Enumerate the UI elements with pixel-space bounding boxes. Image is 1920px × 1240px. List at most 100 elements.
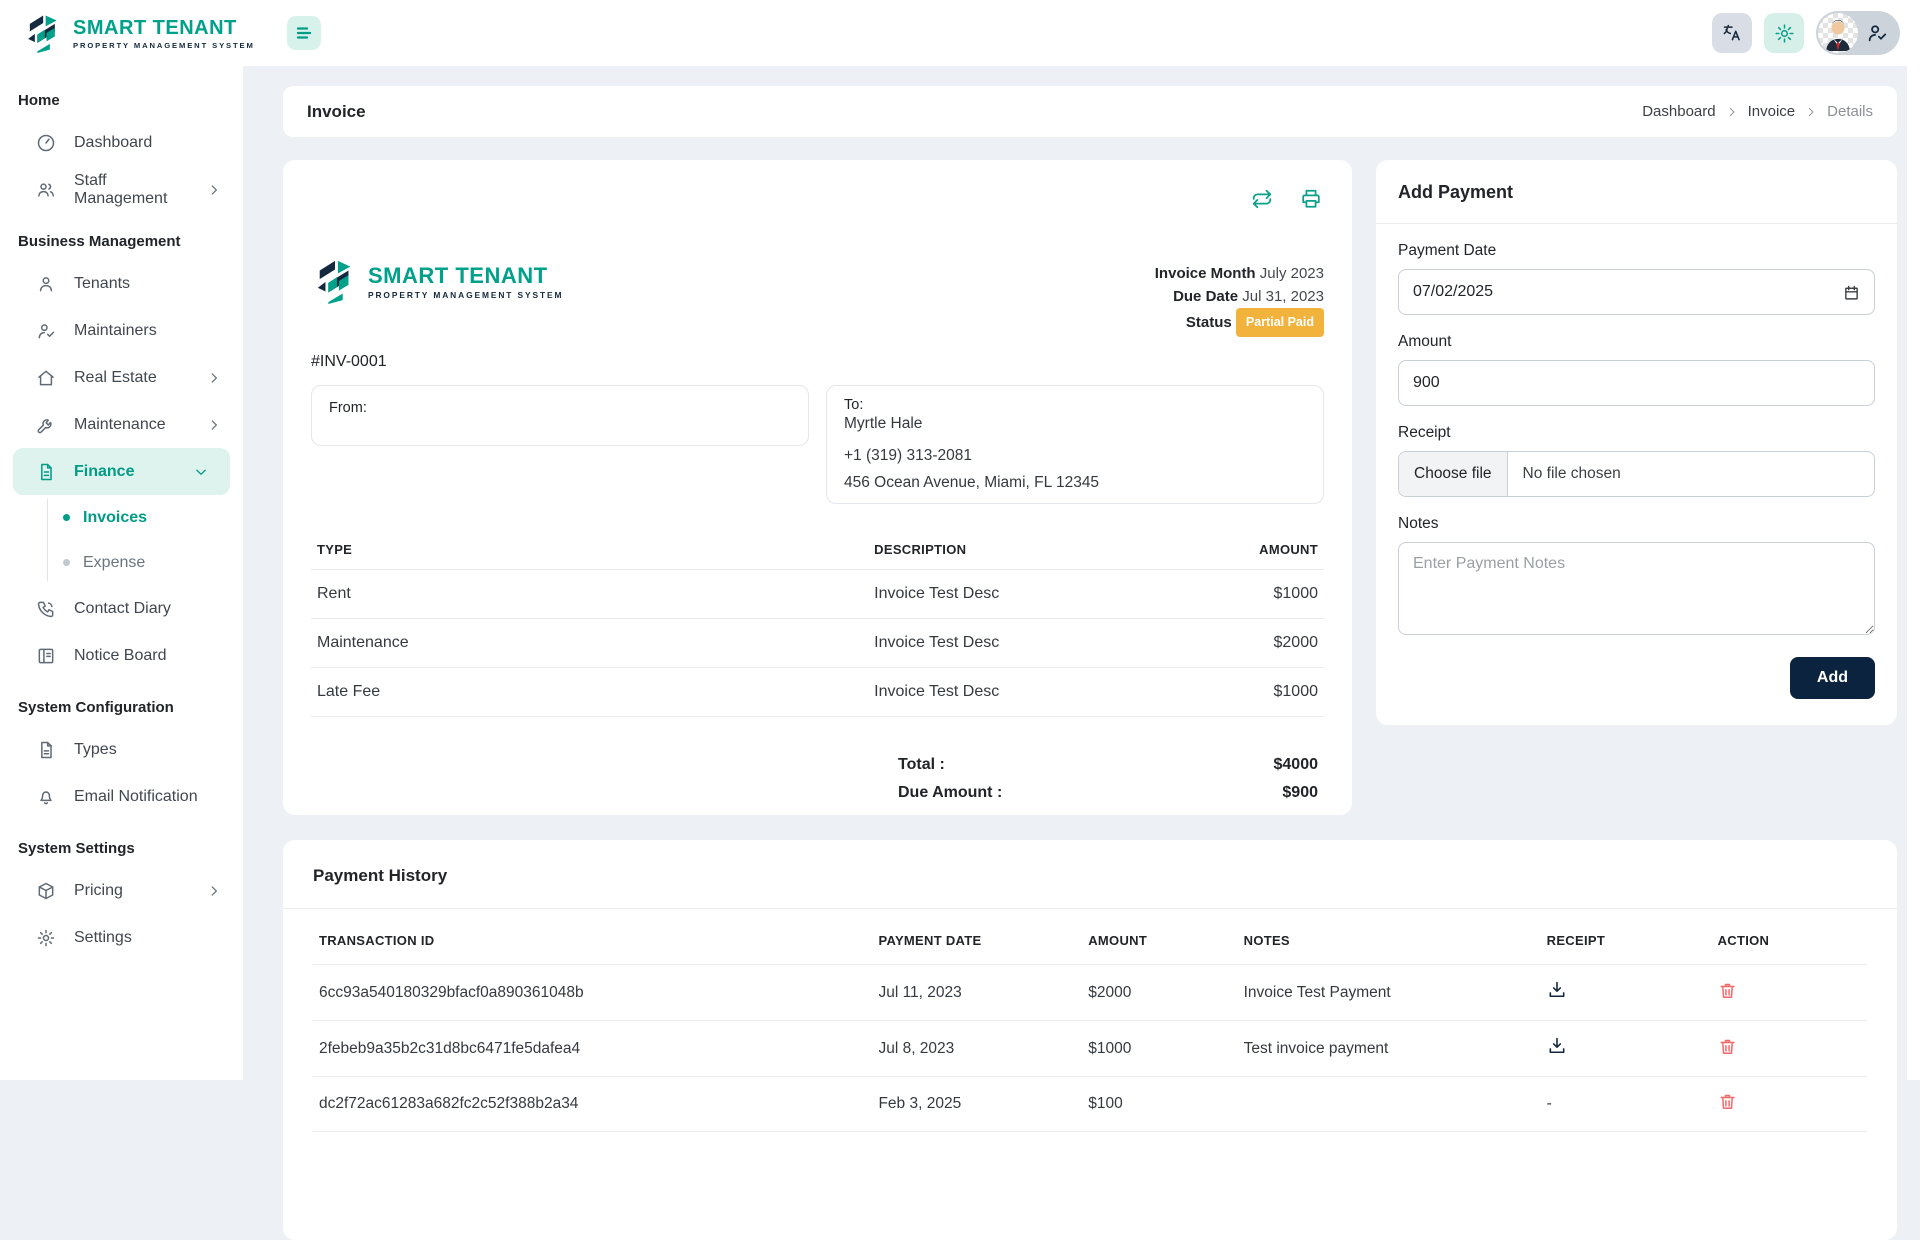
add-payment-card: Add Payment Payment Date 07/02/2025 Amou…	[1376, 160, 1897, 725]
hamburger-icon	[295, 24, 313, 42]
gear-icon	[36, 928, 56, 948]
dashboard-icon	[36, 133, 56, 153]
sidebar-section-sysconf: System Configuration	[0, 679, 243, 726]
users-icon	[36, 180, 56, 200]
sidebar-toggle-button[interactable]	[287, 16, 321, 50]
brand-logo-icon	[24, 13, 64, 53]
payment-history-row: 6cc93a540180329bfacf0a890361048b Jul 11,…	[313, 965, 1867, 1021]
delete-payment-icon[interactable]	[1718, 1092, 1737, 1111]
sidebar-item-notice-board[interactable]: Notice Board	[0, 632, 243, 679]
invoice-brand-logo: SMART TENANT PROPERTY MANAGEMENT SYSTEM	[311, 258, 554, 304]
chevron-down-icon	[194, 465, 208, 479]
divider	[1376, 223, 1897, 224]
sidebar-section-syssettings: System Settings	[0, 820, 243, 867]
bell-icon	[36, 787, 56, 807]
bullet-icon	[63, 559, 70, 566]
sidebar-item-pricing[interactable]: Pricing	[0, 867, 243, 914]
status-badge: Partial Paid	[1236, 308, 1324, 337]
chevron-right-icon	[207, 183, 221, 197]
sidebar-item-email-notification[interactable]: Email Notification	[0, 773, 243, 820]
file-text-icon	[36, 462, 56, 482]
top-bar: SMART TENANT PROPERTY MANAGEMENT SYSTEM	[0, 0, 1920, 66]
home-icon	[36, 368, 56, 388]
print-icon[interactable]	[1300, 188, 1322, 210]
translate-icon	[1722, 23, 1742, 43]
recipient-address: 456 Ocean Avenue, Miami, FL 12345	[844, 474, 1306, 492]
breadcrumb-dashboard[interactable]: Dashboard	[1642, 103, 1715, 120]
divider	[283, 908, 1897, 909]
receipt-label: Receipt	[1398, 424, 1875, 442]
sidebar-section-business: Business Management	[0, 213, 243, 260]
calendar-icon[interactable]	[1843, 284, 1860, 301]
invoice-item-row: Late Fee Invoice Test Desc $1000	[311, 668, 1324, 717]
scrollbar-track[interactable]	[1907, 66, 1920, 1080]
page-header-card: Invoice Dashboard Invoice Details	[283, 86, 1897, 137]
payment-date-label: Payment Date	[1398, 242, 1875, 260]
recurring-icon[interactable]	[1251, 188, 1273, 210]
transaction-id: 6cc93a540180329bfacf0a890361048b	[313, 965, 872, 1021]
breadcrumb-invoice[interactable]: Invoice	[1748, 103, 1796, 120]
payment-history-card: Payment History TRANSACTION ID PAYMENT D…	[283, 840, 1897, 1240]
invoice-number: #INV-0001	[311, 353, 1324, 371]
sidebar-item-contact-diary[interactable]: Contact Diary	[0, 585, 243, 632]
payment-history-table: TRANSACTION ID PAYMENT DATE AMOUNT NOTES…	[313, 917, 1867, 1132]
invoice-to-box: To: Myrtle Hale +1 (319) 313-2081 456 Oc…	[826, 385, 1324, 504]
sidebar-item-maintenance[interactable]: Maintenance	[0, 401, 243, 448]
sidebar-item-dashboard[interactable]: Dashboard	[0, 119, 243, 166]
payment-date-input[interactable]: 07/02/2025	[1398, 269, 1875, 315]
invoice-totals: Total : $4000 Due Amount : $900	[311, 751, 1324, 807]
chevron-right-icon	[207, 418, 221, 432]
sidebar-subitem-expense[interactable]: Expense	[0, 540, 243, 585]
gear-icon	[1774, 23, 1795, 44]
brand-tagline: PROPERTY MANAGEMENT SYSTEM	[73, 41, 255, 50]
delete-payment-icon[interactable]	[1718, 1037, 1737, 1056]
recipient-name: Myrtle Hale	[844, 415, 1306, 433]
payment-history-title: Payment History	[313, 866, 1867, 908]
sidebar-item-staff-management[interactable]: Staff Management	[0, 166, 243, 213]
amount-input[interactable]	[1398, 360, 1875, 406]
sidebar-item-tenants[interactable]: Tenants	[0, 260, 243, 307]
person-check-icon	[36, 321, 56, 341]
user-menu[interactable]	[1816, 11, 1900, 55]
add-payment-button[interactable]: Add	[1790, 657, 1875, 699]
chevron-right-icon	[1805, 106, 1817, 118]
bullet-icon	[63, 514, 70, 521]
file-icon	[36, 740, 56, 760]
download-receipt-icon[interactable]	[1547, 1036, 1567, 1056]
recipient-phone: +1 (319) 313-2081	[844, 447, 1306, 465]
invoice-item-row: Maintenance Invoice Test Desc $2000	[311, 619, 1324, 668]
invoice-item-row: Rent Invoice Test Desc $1000	[311, 570, 1324, 619]
brand-name: SMART TENANT	[73, 17, 255, 40]
add-payment-title: Add Payment	[1398, 182, 1875, 223]
notes-textarea[interactable]	[1398, 542, 1875, 635]
avatar	[1818, 13, 1858, 53]
settings-button[interactable]	[1764, 13, 1804, 53]
choose-file-button[interactable]: Choose file	[1399, 452, 1508, 496]
receipt-file-input[interactable]: Choose file No file chosen	[1398, 451, 1875, 497]
payment-history-row: 2febeb9a35b2c31d8bc6471fe5dafea4 Jul 8, …	[313, 1021, 1867, 1077]
chevron-right-icon	[207, 371, 221, 385]
brand-logo: SMART TENANT PROPERTY MANAGEMENT SYSTEM	[0, 13, 243, 53]
notes-label: Notes	[1398, 515, 1875, 533]
sidebar-subitem-invoices[interactable]: Invoices	[0, 495, 243, 540]
chevron-right-icon	[1726, 106, 1738, 118]
finance-submenu: Invoices Expense	[0, 495, 243, 585]
invoice-meta: Invoice Month July 2023 Due Date Jul 31,…	[1155, 262, 1324, 337]
payment-history-row: dc2f72ac61283a682fc2c52f388b2a34 Feb 3, …	[313, 1077, 1867, 1132]
language-button[interactable]	[1712, 13, 1752, 53]
file-status-text: No file chosen	[1508, 452, 1636, 496]
sidebar-item-maintainers[interactable]: Maintainers	[0, 307, 243, 354]
sidebar-item-settings[interactable]: Settings	[0, 914, 243, 961]
sidebar-item-types[interactable]: Types	[0, 726, 243, 773]
notice-board-icon	[36, 646, 56, 666]
sidebar-item-finance[interactable]: Finance	[13, 448, 230, 495]
chevron-right-icon	[207, 884, 221, 898]
transaction-id: dc2f72ac61283a682fc2c52f388b2a34	[313, 1077, 872, 1132]
breadcrumb: Dashboard Invoice Details	[1642, 103, 1873, 120]
sidebar-item-real-estate[interactable]: Real Estate	[0, 354, 243, 401]
amount-label: Amount	[1398, 333, 1875, 351]
person-icon	[36, 274, 56, 294]
delete-payment-icon[interactable]	[1718, 981, 1737, 1000]
sidebar: Home Dashboard Staff Management Business…	[0, 66, 243, 1080]
download-receipt-icon[interactable]	[1547, 980, 1567, 1000]
